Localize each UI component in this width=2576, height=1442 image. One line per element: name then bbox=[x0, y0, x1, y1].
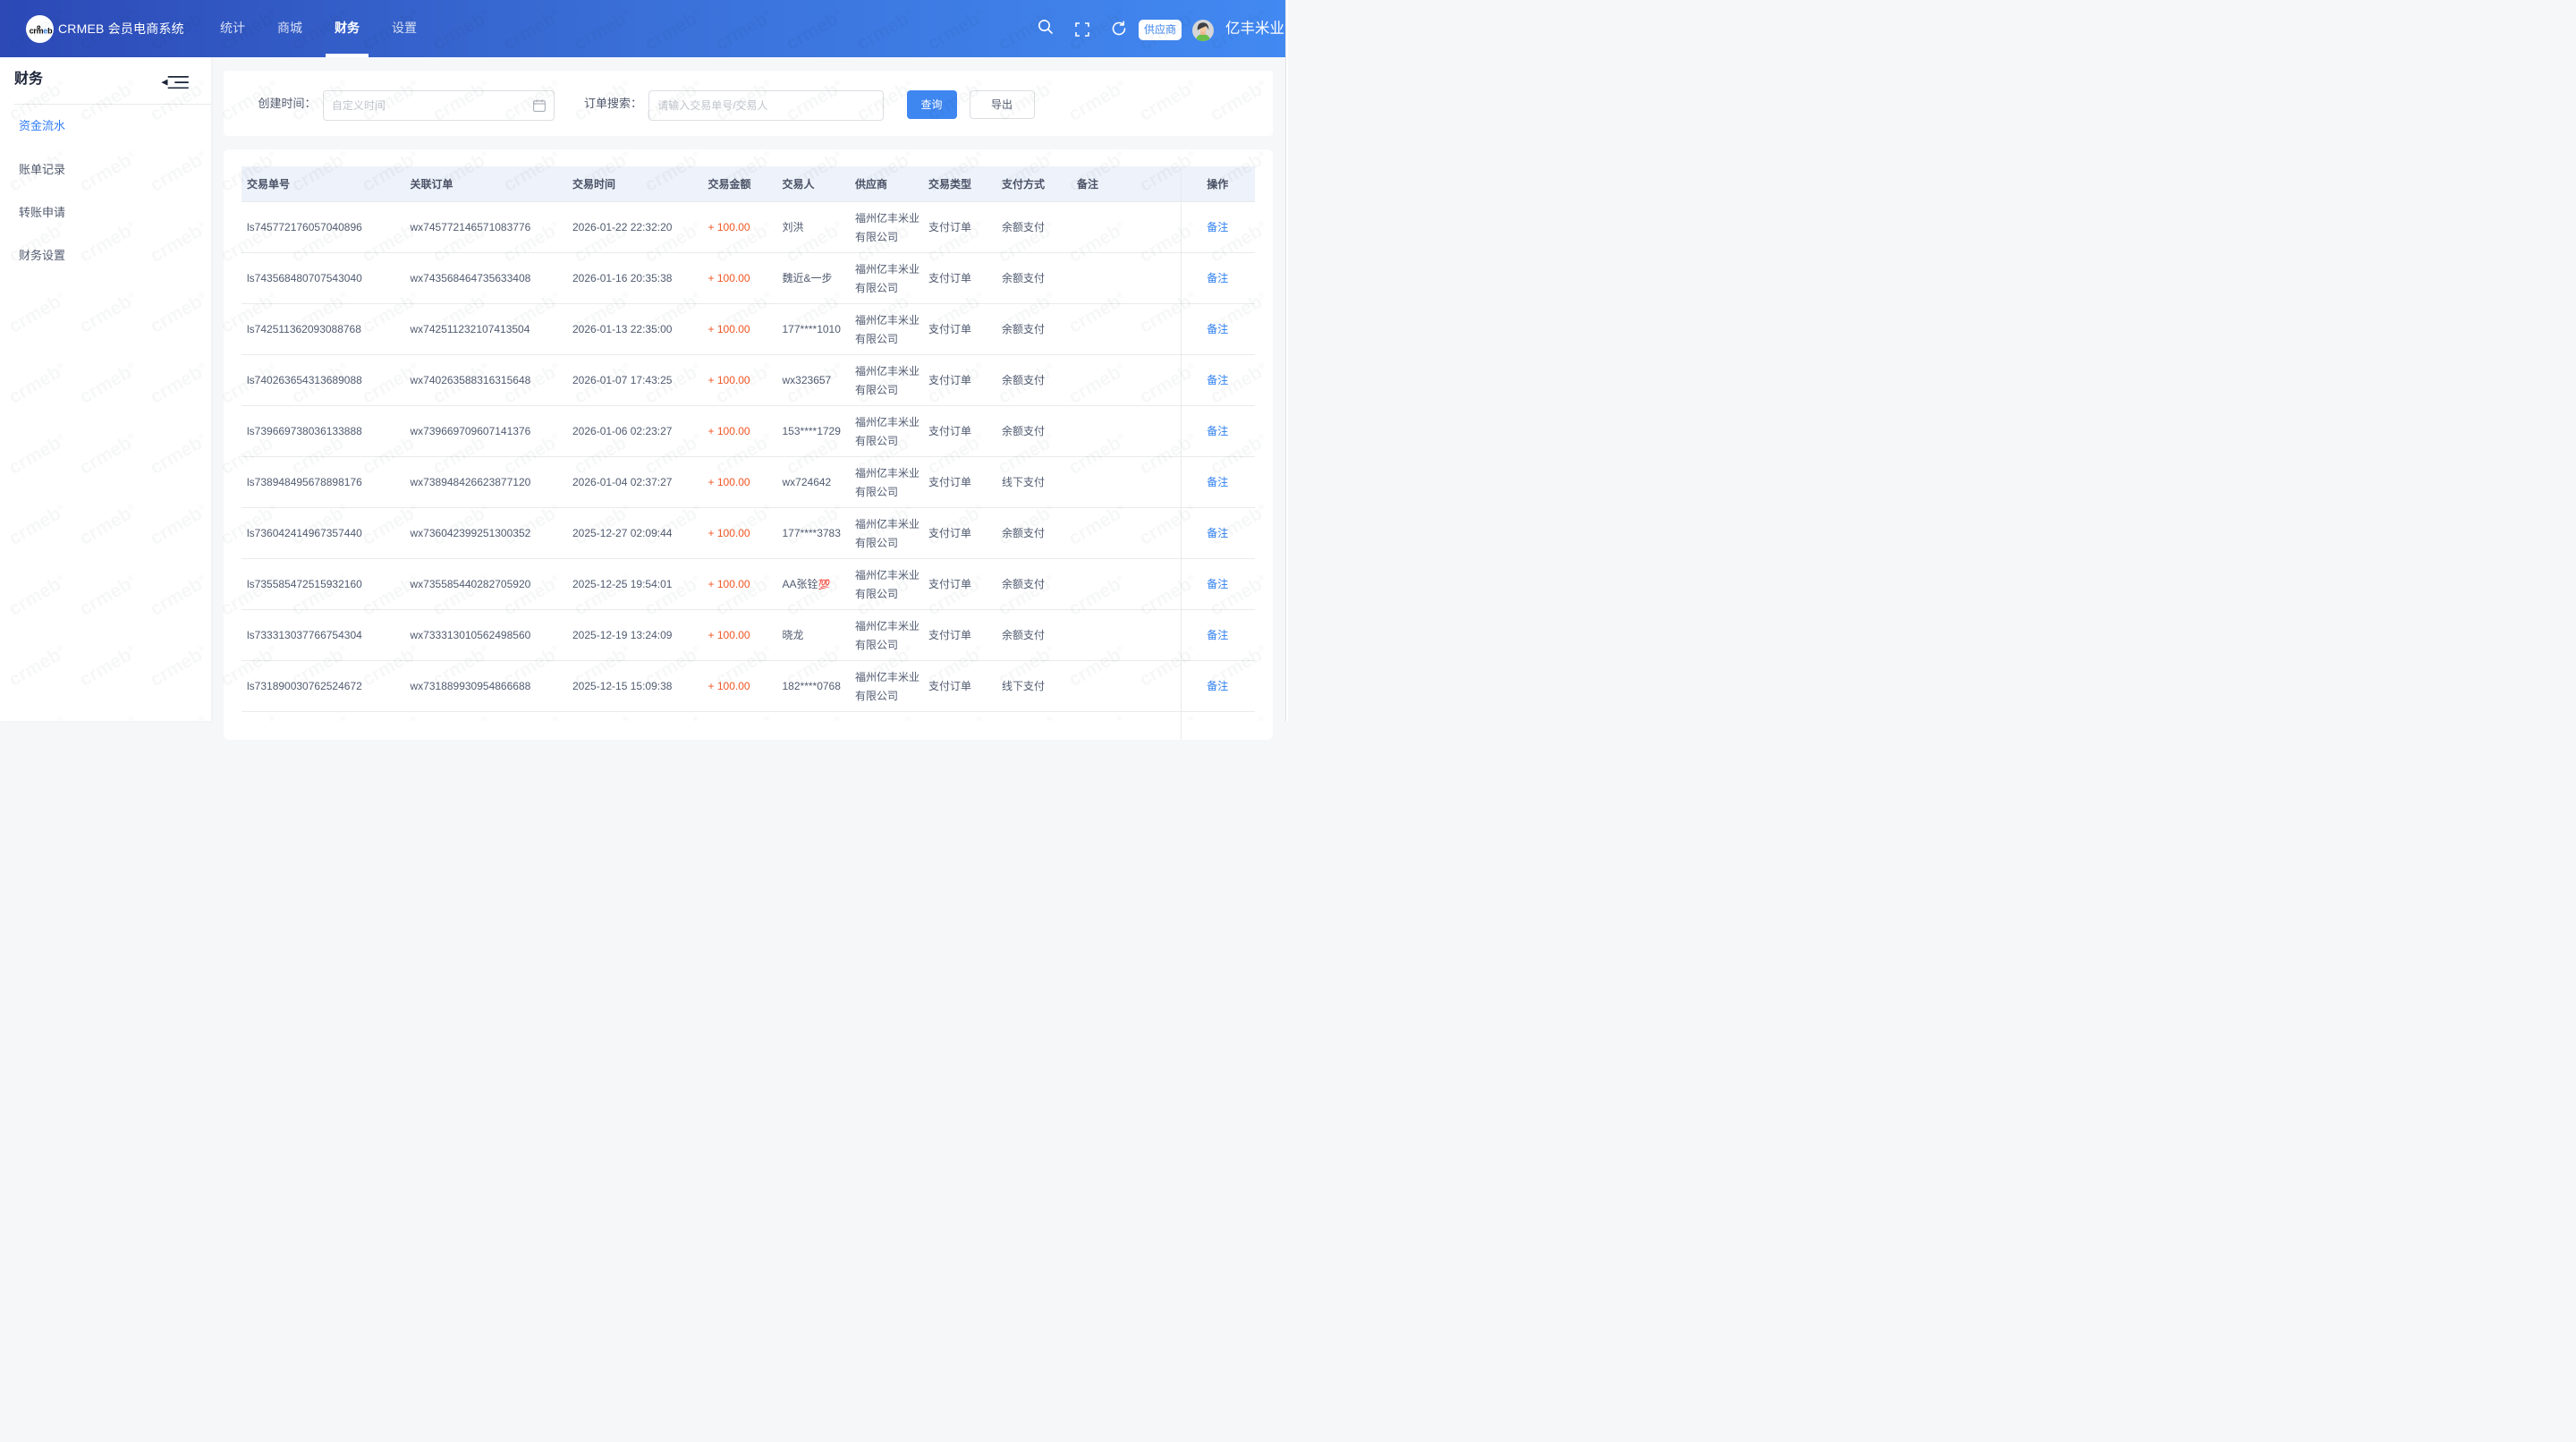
svg-text:crmeb: crmeb bbox=[30, 26, 53, 35]
